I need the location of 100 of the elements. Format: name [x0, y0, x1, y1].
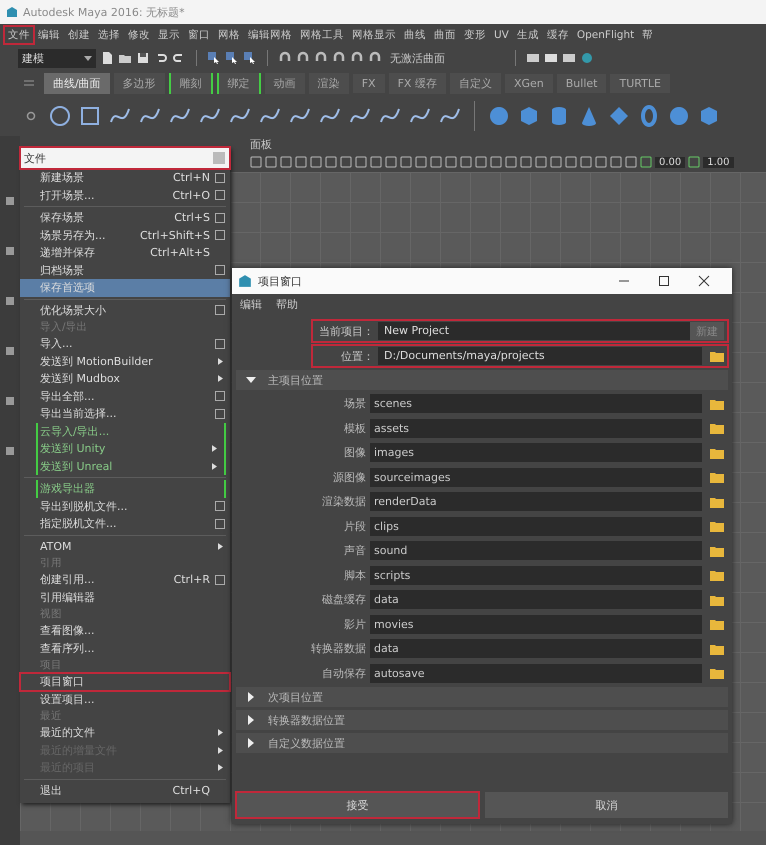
- expander-icon[interactable]: [246, 375, 256, 385]
- menu-item[interactable]: 缓存: [542, 26, 573, 44]
- menu-item[interactable]: 帮: [638, 26, 658, 44]
- menu-item[interactable]: 归档场景: [20, 262, 230, 279]
- dialog-menu-item[interactable]: 编辑: [240, 296, 262, 312]
- panel-tool-icon[interactable]: [355, 156, 367, 168]
- select-icon[interactable]: [243, 51, 257, 65]
- panel-tool-icon[interactable]: [340, 156, 352, 168]
- menu-item[interactable]: 发送到 MotionBuilder: [20, 352, 230, 370]
- value-field[interactable]: 1.00: [703, 156, 734, 168]
- panel-tool-icon[interactable]: [295, 156, 307, 168]
- select-icon[interactable]: [225, 51, 239, 65]
- option-box-icon[interactable]: [215, 230, 225, 240]
- panel-tool-icon[interactable]: [385, 156, 397, 168]
- option-box-icon[interactable]: [215, 391, 225, 402]
- dialog-menu-item[interactable]: 帮助: [276, 296, 298, 312]
- panel-tool-icon[interactable]: [250, 156, 262, 168]
- panel-tool-icon[interactable]: [430, 156, 442, 168]
- menu-item[interactable]: 发送到 Unity: [36, 440, 226, 458]
- menu-item[interactable]: 优化场景大小: [20, 302, 230, 319]
- menu-item[interactable]: 查看序列...: [20, 640, 230, 657]
- tool-icon[interactable]: [5, 196, 15, 206]
- menu-item[interactable]: 云导入/导出...: [36, 422, 226, 440]
- tool-icon[interactable]: [5, 446, 15, 456]
- maximize-icon[interactable]: [658, 275, 670, 287]
- panel-tool-icon[interactable]: [580, 156, 592, 168]
- shelf-tab[interactable]: XGen: [504, 74, 553, 92]
- menu-item[interactable]: 退出 Ctrl+Q: [20, 782, 230, 799]
- dialog-button[interactable]: 取消: [485, 792, 728, 818]
- shelf-tab[interactable]: 多边形: [114, 72, 165, 94]
- path-field[interactable]: data: [370, 590, 702, 610]
- shelf-tab[interactable]: 渲染: [308, 72, 349, 94]
- menu-item[interactable]: 网格: [214, 26, 244, 44]
- menu-item[interactable]: UV: [490, 27, 513, 43]
- menu-item[interactable]: 指定脱机文件...: [20, 515, 230, 532]
- menu-item[interactable]: 编辑网格: [244, 26, 296, 44]
- option-box-icon[interactable]: [215, 574, 225, 585]
- panel-tool-icon[interactable]: [310, 156, 322, 168]
- option-box-icon[interactable]: [215, 408, 225, 419]
- folder-icon[interactable]: [710, 520, 724, 532]
- folder-icon[interactable]: [710, 642, 724, 655]
- panel-tool-icon[interactable]: [265, 156, 277, 168]
- menu-item[interactable]: 最近的文件: [20, 724, 230, 742]
- expander-icon[interactable]: [246, 692, 256, 702]
- panel-tool-icon[interactable]: [595, 156, 607, 168]
- menu-item[interactable]: 创建: [64, 26, 94, 44]
- select-icon[interactable]: [207, 51, 221, 65]
- menu-item[interactable]: 打开场景... Ctrl+O: [20, 186, 230, 204]
- shelf-tab[interactable]: FX 缓存: [388, 72, 446, 94]
- section-header[interactable]: 主项目位置: [236, 370, 728, 390]
- panel-tool-icon[interactable]: [475, 156, 487, 168]
- panel-tool-icon[interactable]: [415, 156, 427, 168]
- option-box-icon[interactable]: [215, 338, 225, 349]
- folder-icon[interactable]: [710, 618, 724, 630]
- menu-item[interactable]: 显示: [154, 26, 184, 44]
- panel-tool-icon[interactable]: [460, 156, 472, 168]
- panel-tool-icon[interactable]: [490, 156, 502, 168]
- option-box-icon[interactable]: [215, 212, 225, 223]
- panel-tool-icon[interactable]: [688, 156, 700, 168]
- menu-item[interactable]: 发送到 Unreal: [36, 458, 226, 475]
- tool-icon[interactable]: [5, 246, 15, 256]
- tool-icon[interactable]: [5, 296, 15, 306]
- path-field[interactable]: autosave: [370, 664, 702, 683]
- save-icon[interactable]: [136, 51, 150, 65]
- panel-tool-icon[interactable]: [325, 156, 337, 168]
- circle-icon[interactable]: [48, 104, 72, 128]
- menu-item[interactable]: 编辑: [34, 26, 64, 44]
- square-icon[interactable]: [78, 104, 102, 128]
- panel-tool-icon[interactable]: [400, 156, 412, 168]
- panel-tool-icon[interactable]: [370, 156, 382, 168]
- section-header[interactable]: 次项目位置: [236, 687, 728, 707]
- menu-item[interactable]: 导出到脱机文件...: [20, 498, 230, 515]
- folder-icon[interactable]: [710, 350, 724, 362]
- shelf-tab[interactable]: 绑定: [216, 72, 261, 94]
- sphere-icon[interactable]: [667, 104, 691, 128]
- shelf-tab[interactable]: 动画: [264, 72, 305, 94]
- path-field[interactable]: movies: [370, 614, 702, 634]
- panel-tool-icon[interactable]: [445, 156, 457, 168]
- menu-item[interactable]: 保存场景 Ctrl+S: [20, 209, 230, 226]
- menu-item[interactable]: 导出当前选择...: [20, 405, 230, 422]
- folder-icon[interactable]: [710, 667, 724, 680]
- menu-item[interactable]: 网格工具: [296, 26, 348, 44]
- folder-icon[interactable]: [710, 398, 724, 410]
- location-field[interactable]: D:/Documents/maya/projects: [378, 347, 702, 365]
- folder-icon[interactable]: [710, 544, 724, 557]
- panel-tool-icon[interactable]: [565, 156, 577, 168]
- menu-item[interactable]: 选择: [94, 26, 124, 44]
- menu-item[interactable]: 文件: [4, 26, 34, 44]
- option-box-icon[interactable]: [215, 265, 225, 276]
- section-header[interactable]: 转换器数据位置: [236, 710, 728, 730]
- shelf-tab[interactable]: Bullet: [556, 74, 606, 92]
- option-box-icon[interactable]: [215, 172, 225, 183]
- tool-icon[interactable]: [5, 346, 15, 356]
- panel-tool-icon[interactable]: [640, 156, 652, 168]
- path-field[interactable]: clips: [370, 516, 702, 536]
- panel-tool-icon[interactable]: [535, 156, 547, 168]
- panel-tool-icon[interactable]: [520, 156, 532, 168]
- folder-icon[interactable]: [710, 471, 724, 484]
- project-name-field[interactable]: New Project: [378, 322, 690, 340]
- panel-tool-icon[interactable]: [280, 156, 292, 168]
